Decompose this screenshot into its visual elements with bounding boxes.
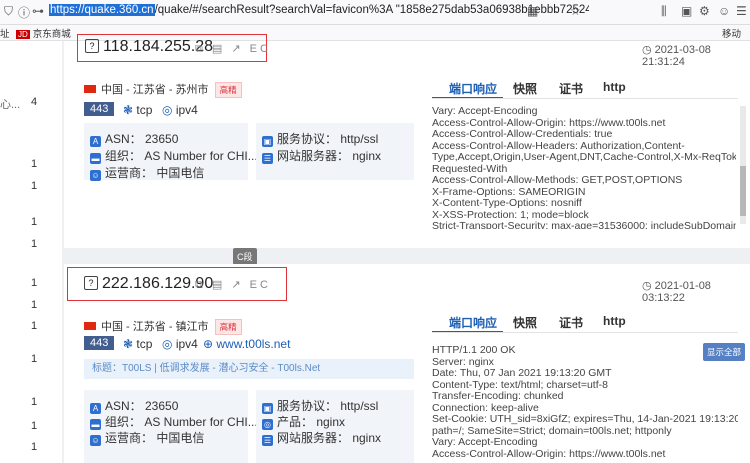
filter-count: 1 [31, 238, 38, 250]
reader-icon[interactable]: ▣ [681, 4, 692, 18]
ip-icon: ? [85, 39, 99, 53]
service-row: ▣ 服务协议： http/ssl [262, 132, 379, 147]
isp-row: ☺ 运营商： 中国电信 [90, 166, 205, 181]
ip-tools[interactable]: ⧉ ▤ ↗ EC [195, 278, 271, 292]
protocol-ipv4[interactable]: ◎ ipv4 [162, 337, 198, 351]
c-segment-tooltip: C段 [233, 248, 257, 265]
bookmark-mobile[interactable]: 移动 [722, 26, 741, 40]
tab-http[interactable]: http [603, 80, 626, 94]
org-row: ▬ 组织： AS Number for CHI... [90, 149, 258, 164]
result-date: ◷ 2021-03-08 21:31:24 [642, 44, 711, 68]
tab-port-response[interactable]: 端口响应 [449, 80, 497, 97]
asn-row: A ASN： 23650 [90, 130, 178, 147]
qr-code-icon[interactable]: ▦ [527, 4, 538, 18]
isp-icon: ☺ [90, 435, 101, 446]
location: 中国 - 江苏省 - 镇江市 高精 [84, 318, 242, 335]
bookmark-jd[interactable]: JD 京东商城 [16, 26, 71, 40]
info-icon[interactable]: ⓘ [18, 4, 30, 21]
ip-address[interactable]: ? 222.186.129.90 [84, 275, 213, 293]
service-icon: ▣ [262, 136, 273, 147]
org-row: ▬ 组织： AS Number for CHI... [90, 415, 258, 430]
filter-count: 1 [31, 277, 38, 289]
isp-icon: ☺ [90, 170, 101, 181]
domain-link[interactable]: ⊕ www.t00ls.net [203, 337, 290, 351]
menu-icon[interactable]: ☰ [736, 4, 747, 18]
shield-icon[interactable]: ⛉ [4, 4, 13, 19]
browser-url-bar: ⛉ ⓘ ⊶ https://quake.360.cn/quake/#/searc… [0, 0, 750, 25]
globe-icon: ◎ [162, 337, 176, 351]
filter-count: 1 [31, 396, 38, 408]
filter-count: 1 [31, 158, 38, 170]
clock-icon: ◷ [642, 280, 655, 292]
filter-count: 4 [31, 96, 38, 108]
isp-row: ☺ 运营商： 中国电信 [90, 431, 205, 446]
risk-badge: 高精 [214, 82, 242, 98]
filter-label[interactable]: 心... [0, 96, 20, 112]
port-response-text: HTTP/1.1 200 OK Server: nginx Date: Thu,… [432, 345, 738, 460]
jd-logo-icon: JD [16, 30, 30, 39]
ip-tools[interactable]: ⧉ ▤ ↗ EC [195, 42, 271, 56]
port-badge[interactable]: 443 [84, 102, 115, 116]
location: 中国 - 江苏省 - 苏州市 高精 [84, 81, 242, 98]
bookmark-item[interactable]: 址 [0, 26, 10, 40]
filter-count: 1 [31, 420, 38, 432]
filter-count: 1 [31, 320, 38, 332]
gear-icon: ❃ [123, 103, 137, 117]
tab-divider [432, 98, 738, 99]
tab-http[interactable]: http [603, 314, 626, 328]
tab-certificate[interactable]: 证书 [559, 80, 583, 97]
folder-icon: ▬ [90, 153, 101, 164]
server-icon: ☰ [262, 153, 273, 164]
globe-icon: ⊕ [203, 337, 217, 351]
protocol-ipv4[interactable]: ◎ ipv4 [162, 103, 198, 117]
account-icon[interactable]: ☺ [718, 4, 730, 18]
risk-badge: 高精 [214, 319, 242, 335]
library-icon[interactable]: ⫼ [661, 4, 667, 19]
protocol-tcp[interactable]: ❃ tcp [123, 103, 152, 117]
port-response-text: Vary: Accept-Encoding Access-Control-All… [432, 106, 736, 229]
tab-snapshot[interactable]: 快照 [513, 80, 537, 97]
asn-row: A ASN： 23650 [90, 397, 178, 414]
filter-count: 1 [31, 180, 38, 192]
server-icon: ☰ [262, 435, 273, 446]
result-date: ◷ 2021-01-08 03:13:22 [642, 280, 711, 304]
filter-count: 1 [31, 441, 38, 453]
clock-icon: ◷ [642, 44, 655, 56]
address-field[interactable]: https://quake.360.cn/quake/#/searchResul… [49, 4, 589, 16]
tab-port-response[interactable]: 端口响应 [449, 314, 497, 331]
tab-divider [432, 332, 738, 333]
filter-count: 1 [31, 353, 38, 365]
response-scrollbar[interactable] [740, 106, 746, 224]
tab-certificate[interactable]: 证书 [559, 314, 583, 331]
china-flag-icon [84, 322, 96, 330]
bookmark-star-icon[interactable]: ☆ [570, 4, 581, 18]
ip-address[interactable]: ? 118.184.255.28 [85, 38, 213, 56]
globe-icon: ◎ [162, 103, 176, 117]
filter-sidebar: 心... 4 1 1 1 1 1 1 1 1 1 1 1 [0, 41, 62, 463]
tab-snapshot[interactable]: 快照 [513, 314, 537, 331]
server-row: ☰ 网站服务器： nginx [262, 431, 382, 446]
product-row: ◎ 产品： nginx [262, 415, 346, 430]
page-title-bar: 标题：T00LS | 低调求发展 - 潜心习安全 - T00ls.Net [84, 359, 414, 379]
extension-icon[interactable]: ⚙ [699, 4, 710, 18]
filter-count: 1 [31, 216, 38, 228]
scrollbar-thumb[interactable] [740, 166, 746, 216]
filter-count: 1 [31, 299, 38, 311]
server-row: ☰ 网站服务器： nginx [262, 149, 382, 164]
china-flag-icon [84, 85, 96, 93]
service-row: ▣ 服务协议： http/ssl [262, 399, 379, 414]
show-all-button[interactable]: 显示全部 [703, 343, 746, 361]
permissions-icon[interactable]: ⊶ [32, 4, 44, 18]
protocol-tcp[interactable]: ❃ tcp [123, 337, 152, 351]
gear-icon: ❃ [123, 337, 137, 351]
more-dots-icon[interactable]: ··· [546, 4, 558, 18]
ip-icon: ? [84, 276, 98, 290]
port-badge[interactable]: 443 [84, 336, 115, 350]
asn-icon: A [90, 136, 101, 147]
